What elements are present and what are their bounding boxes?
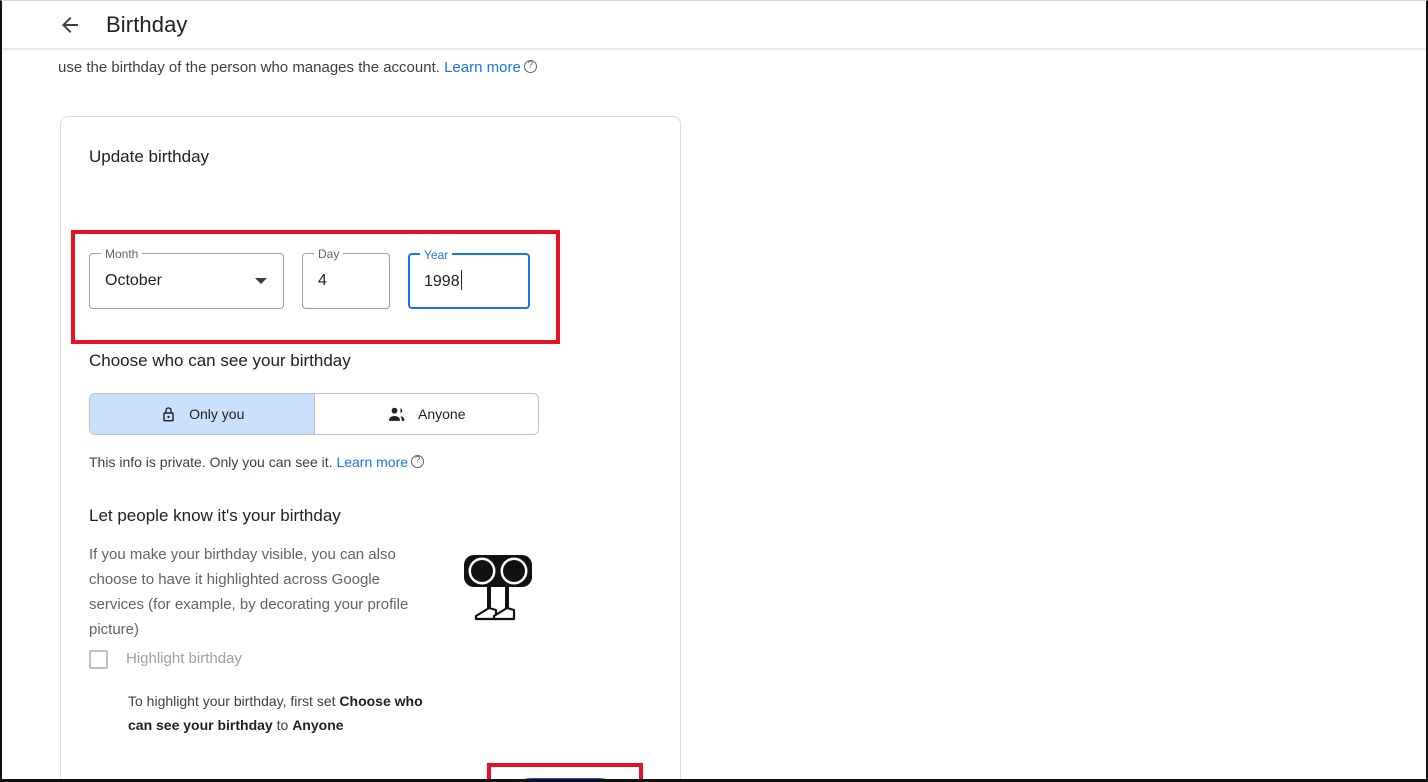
privacy-segmented-control: Only you Anyone — [89, 393, 539, 435]
privacy-option-anyone[interactable]: Anyone — [313, 394, 538, 434]
highlight-birthday-checkbox[interactable] — [89, 649, 108, 669]
page-title: Birthday — [106, 11, 188, 37]
year-label: Year — [420, 247, 453, 263]
privacy-option-only-you[interactable]: Only you — [90, 394, 314, 434]
privacy-learn-more-link[interactable]: Learn more — [336, 454, 408, 470]
save-button-annotation-box: Save — [487, 763, 643, 779]
highlight-note-bold-2: Anyone — [292, 717, 344, 733]
card-actions: Cancel Save — [61, 763, 682, 779]
privacy-helper-sentence: This info is private. Only you can see i… — [89, 454, 333, 470]
highlight-note-prefix: To highlight your birthday, first set — [128, 693, 340, 709]
update-birthday-card: Update birthday Month October Day 4 Year… — [60, 116, 682, 779]
date-fields-row: Month October Day 4 Year 1998 — [89, 246, 530, 309]
back-button[interactable] — [50, 5, 90, 45]
chevron-down-icon[interactable] — [255, 278, 267, 284]
help-circle-icon — [411, 454, 425, 468]
save-button[interactable]: Save — [509, 778, 621, 779]
people-icon — [389, 407, 405, 421]
intro-learn-more-link[interactable]: Learn more — [444, 59, 521, 76]
highlight-birthday-label: Highlight birthday — [126, 650, 242, 667]
highlight-description: If you make your birthday visible, you c… — [89, 546, 409, 638]
intro-text: use the birthday of the person who manag… — [58, 57, 537, 79]
day-label: Day — [314, 246, 344, 262]
help-circle-icon — [523, 59, 537, 73]
privacy-helper-text: This info is private. Only you can see i… — [89, 452, 425, 472]
card-title: Update birthday — [89, 147, 210, 166]
highlight-note: To highlight your birthday, first set Ch… — [128, 689, 448, 737]
year-value: 1998 — [410, 269, 462, 293]
screenshot-frame: Birthday use the birthday of the person … — [0, 0, 1428, 782]
lock-icon — [163, 406, 174, 421]
highlight-checkbox-row[interactable]: Highlight birthday — [89, 649, 242, 669]
month-select[interactable]: Month October — [89, 246, 284, 309]
highlight-note-middle: to — [272, 717, 293, 733]
year-input[interactable]: Year 1998 — [408, 247, 530, 309]
month-value: October — [105, 272, 162, 289]
month-label: Month — [101, 246, 143, 262]
privacy-option-anyone-label: Anyone — [418, 406, 466, 422]
privacy-heading: Choose who can see your birthday — [89, 351, 351, 370]
sunglasses-character-illustration — [464, 555, 532, 621]
highlight-heading: Let people know it's your birthday — [89, 506, 341, 525]
app-header: Birthday — [2, 1, 1426, 48]
day-value: 4 — [318, 272, 327, 289]
text-caret — [460, 269, 462, 290]
intro-sentence: use the birthday of the person who manag… — [58, 59, 440, 76]
privacy-option-only-you-label: Only you — [189, 406, 245, 422]
content-area: use the birthday of the person who manag… — [2, 48, 1426, 779]
day-input[interactable]: Day 4 — [302, 246, 390, 309]
arrow-left-icon — [62, 16, 78, 33]
